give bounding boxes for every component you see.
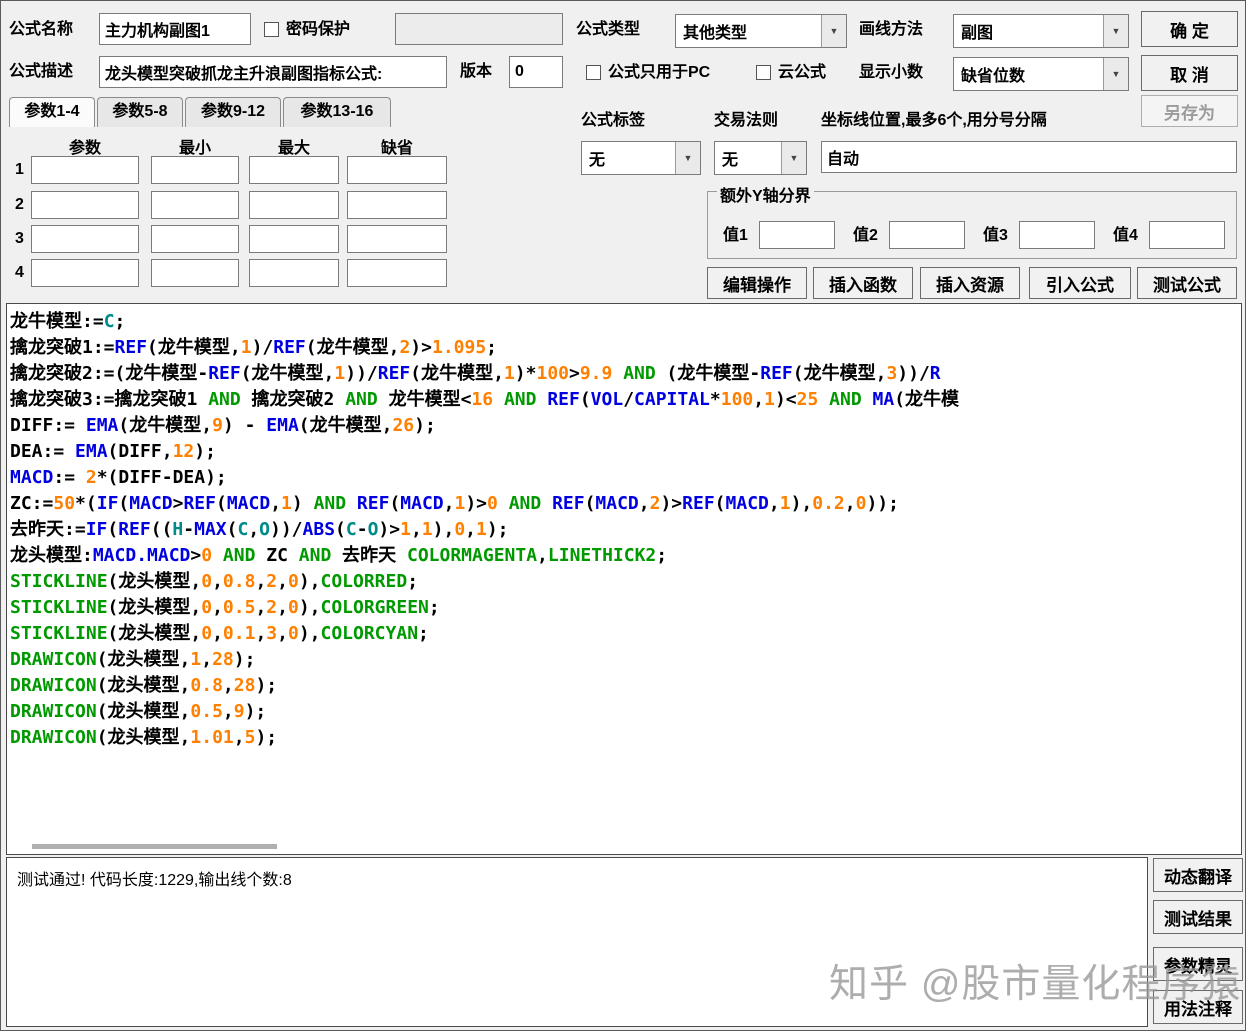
param-default-input-1[interactable]: [347, 156, 447, 184]
cloud-formula-checkbox[interactable]: [756, 65, 771, 80]
chevron-down-icon[interactable]: ▼: [1103, 15, 1128, 47]
formula-tag-select[interactable]: 无 ▼: [581, 141, 701, 175]
param-name-input-1[interactable]: [31, 156, 139, 184]
formula-tag-value: 无: [589, 152, 606, 169]
value4-input[interactable]: [1149, 221, 1225, 249]
save-as-button: 另存为: [1141, 95, 1238, 127]
version-label: 版本: [460, 63, 493, 80]
param-default-input-2[interactable]: [347, 191, 447, 219]
ok-button[interactable]: 确 定: [1141, 11, 1238, 47]
import-formula-button[interactable]: 引入公式: [1029, 267, 1131, 299]
value1-input[interactable]: [759, 221, 835, 249]
tab-params-5-8[interactable]: 参数5-8: [97, 97, 183, 127]
param-default-input-4[interactable]: [347, 259, 447, 287]
value2-label: 值2: [853, 227, 878, 244]
watermark: 知乎 @股市量化程序猿: [829, 963, 1242, 1006]
formula-type-label: 公式类型: [576, 21, 641, 38]
param-row-label: 3: [15, 230, 24, 247]
param-col-header-name: 参数: [68, 140, 101, 157]
tab-params-13-16[interactable]: 参数13-16: [283, 97, 391, 127]
param-name-input-2[interactable]: [31, 191, 139, 219]
formula-tag-label: 公式标签: [581, 112, 646, 129]
version-input[interactable]: [509, 56, 563, 88]
param-default-input-3[interactable]: [347, 225, 447, 253]
password-input: [395, 13, 563, 45]
value4-label: 值4: [1113, 227, 1138, 244]
chevron-down-icon[interactable]: ▼: [821, 15, 846, 47]
param-row-label: 2: [15, 196, 24, 213]
show-decimal-select[interactable]: 缺省位数 ▼: [953, 57, 1129, 91]
param-name-input-3[interactable]: [31, 225, 139, 253]
param-max-input-2[interactable]: [249, 191, 339, 219]
value3-input[interactable]: [1019, 221, 1095, 249]
param-min-input-1[interactable]: [151, 156, 239, 184]
trade-rule-value: 无: [722, 152, 739, 169]
formula-desc-label: 公式描述: [9, 63, 74, 80]
param-min-input-3[interactable]: [151, 225, 239, 253]
chevron-down-icon[interactable]: ▼: [781, 142, 806, 174]
insert-resource-button[interactable]: 插入资源: [920, 267, 1020, 299]
formula-name-input[interactable]: [99, 13, 251, 45]
param-max-input-4[interactable]: [249, 259, 339, 287]
pc-only-checkbox[interactable]: [586, 65, 601, 80]
draw-method-label: 画线方法: [859, 21, 924, 38]
trade-rule-select[interactable]: 无 ▼: [714, 141, 807, 175]
param-name-input-4[interactable]: [31, 259, 139, 287]
coord-line-input[interactable]: [821, 141, 1237, 173]
dynamic-translate-button[interactable]: 动态翻译: [1153, 858, 1243, 892]
show-decimal-value: 缺省位数: [961, 68, 1026, 85]
cloud-formula-label: 云公式: [778, 64, 827, 81]
cancel-button[interactable]: 取 消: [1141, 55, 1238, 91]
chevron-down-icon[interactable]: ▼: [675, 142, 700, 174]
formula-type-select[interactable]: 其他类型 ▼: [675, 14, 847, 48]
horizontal-scrollbar[interactable]: [7, 840, 1241, 852]
formula-desc-input[interactable]: [99, 56, 447, 88]
param-col-header-min: 最小: [178, 140, 211, 157]
test-formula-button[interactable]: 测试公式: [1137, 267, 1237, 299]
formula-name-label: 公式名称: [9, 21, 74, 38]
scrollbar-thumb[interactable]: [32, 844, 277, 849]
value2-input[interactable]: [889, 221, 965, 249]
chevron-down-icon[interactable]: ▼: [1103, 58, 1128, 90]
formula-editor-window: 公式名称 密码保护 公式类型 其他类型 ▼ 画线方法 副图 ▼ 确 定 公式描述…: [0, 0, 1246, 1031]
pc-only-label: 公式只用于PC: [608, 64, 711, 81]
param-col-header-max: 最大: [277, 140, 310, 157]
value3-label: 值3: [983, 227, 1008, 244]
draw-method-value: 副图: [961, 25, 994, 42]
test-result-button[interactable]: 测试结果: [1153, 900, 1243, 934]
extra-y-axis-title: 额外Y轴分界: [717, 182, 814, 206]
tab-params-9-12[interactable]: 参数9-12: [185, 97, 281, 127]
value1-label: 值1: [723, 227, 748, 244]
param-row-label: 4: [15, 264, 24, 281]
insert-function-button[interactable]: 插入函数: [813, 267, 913, 299]
param-col-header-default: 缺省: [380, 140, 413, 157]
param-max-input-1[interactable]: [249, 156, 339, 184]
password-protect-label: 密码保护: [286, 21, 351, 38]
param-min-input-2[interactable]: [151, 191, 239, 219]
param-max-input-3[interactable]: [249, 225, 339, 253]
draw-method-select[interactable]: 副图 ▼: [953, 14, 1129, 48]
trade-rule-label: 交易法则: [714, 112, 779, 129]
coord-line-label: 坐标线位置,最多6个,用分号分隔: [821, 112, 1047, 129]
formula-type-value: 其他类型: [683, 25, 748, 42]
code-editor[interactable]: 龙牛模型:=C; 擒龙突破1:=REF(龙牛模型,1)/REF(龙牛模型,2)>1…: [6, 303, 1242, 855]
show-decimal-label: 显示小数: [859, 64, 924, 81]
tab-params-1-4[interactable]: 参数1-4: [9, 97, 95, 127]
status-text: 测试通过! 代码长度:1229,输出线个数:8: [17, 872, 292, 889]
password-protect-checkbox[interactable]: [264, 22, 279, 37]
code-editor-content: 龙牛模型:=C; 擒龙突破1:=REF(龙牛模型,1)/REF(龙牛模型,2)>1…: [10, 311, 960, 748]
param-min-input-4[interactable]: [151, 259, 239, 287]
edit-operation-button[interactable]: 编辑操作: [707, 267, 807, 299]
param-row-label: 1: [15, 161, 24, 178]
